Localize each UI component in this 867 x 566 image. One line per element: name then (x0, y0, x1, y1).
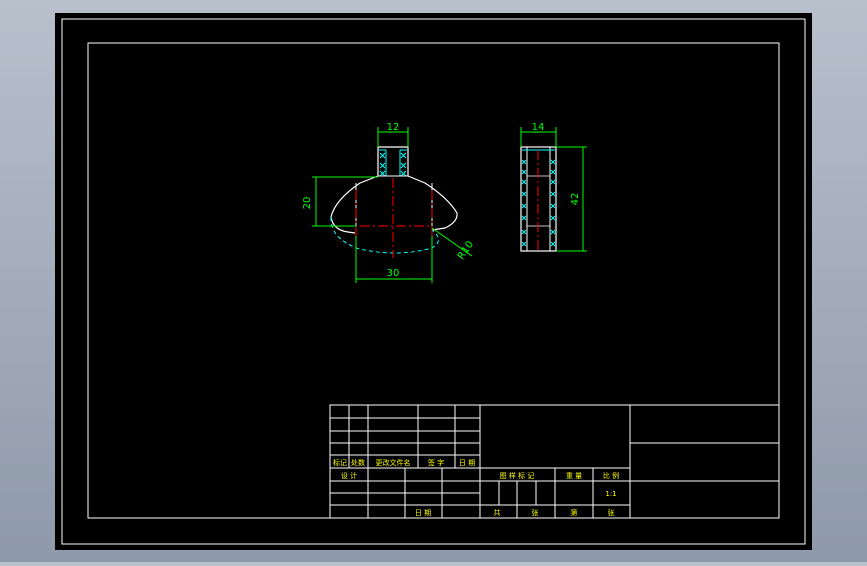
label-total: 共 (494, 508, 501, 517)
label-stage-mark: 图 样 标 记 (500, 471, 535, 480)
cad-drawing: 12 20 30 R10 14 42 标记 处数 更改文件名 签 字 日 期 设… (55, 13, 812, 550)
label-scale: 比 例 (603, 471, 619, 480)
label-designer: 设 计 (341, 471, 357, 480)
value-scale: 1:1 (605, 490, 616, 498)
label-rev-count: 处数 (351, 458, 365, 467)
label-rev-mark: 标记 (333, 458, 347, 467)
dim-side-height: 42 (570, 193, 581, 206)
drawing-canvas: 12 20 30 R10 14 42 标记 处数 更改文件名 签 字 日 期 设… (0, 0, 867, 562)
label-sheet-no: 第 (571, 508, 578, 517)
label-rev-date: 日 期 (459, 459, 475, 467)
label-date: 日 期 (415, 509, 431, 517)
label-sheet-unit-2: 张 (608, 508, 615, 517)
dim-front-bottom-width: 30 (387, 268, 400, 279)
dim-front-top-width: 12 (387, 122, 400, 133)
drawing-sheet (55, 13, 812, 550)
label-weight: 重 量 (566, 472, 582, 480)
label-rev-sign: 签 字 (428, 458, 444, 467)
dim-front-height: 20 (302, 197, 313, 210)
label-sheet-unit-1: 张 (532, 508, 539, 517)
dim-side-width: 14 (532, 122, 545, 133)
label-rev-file: 更改文件名 (376, 458, 411, 467)
